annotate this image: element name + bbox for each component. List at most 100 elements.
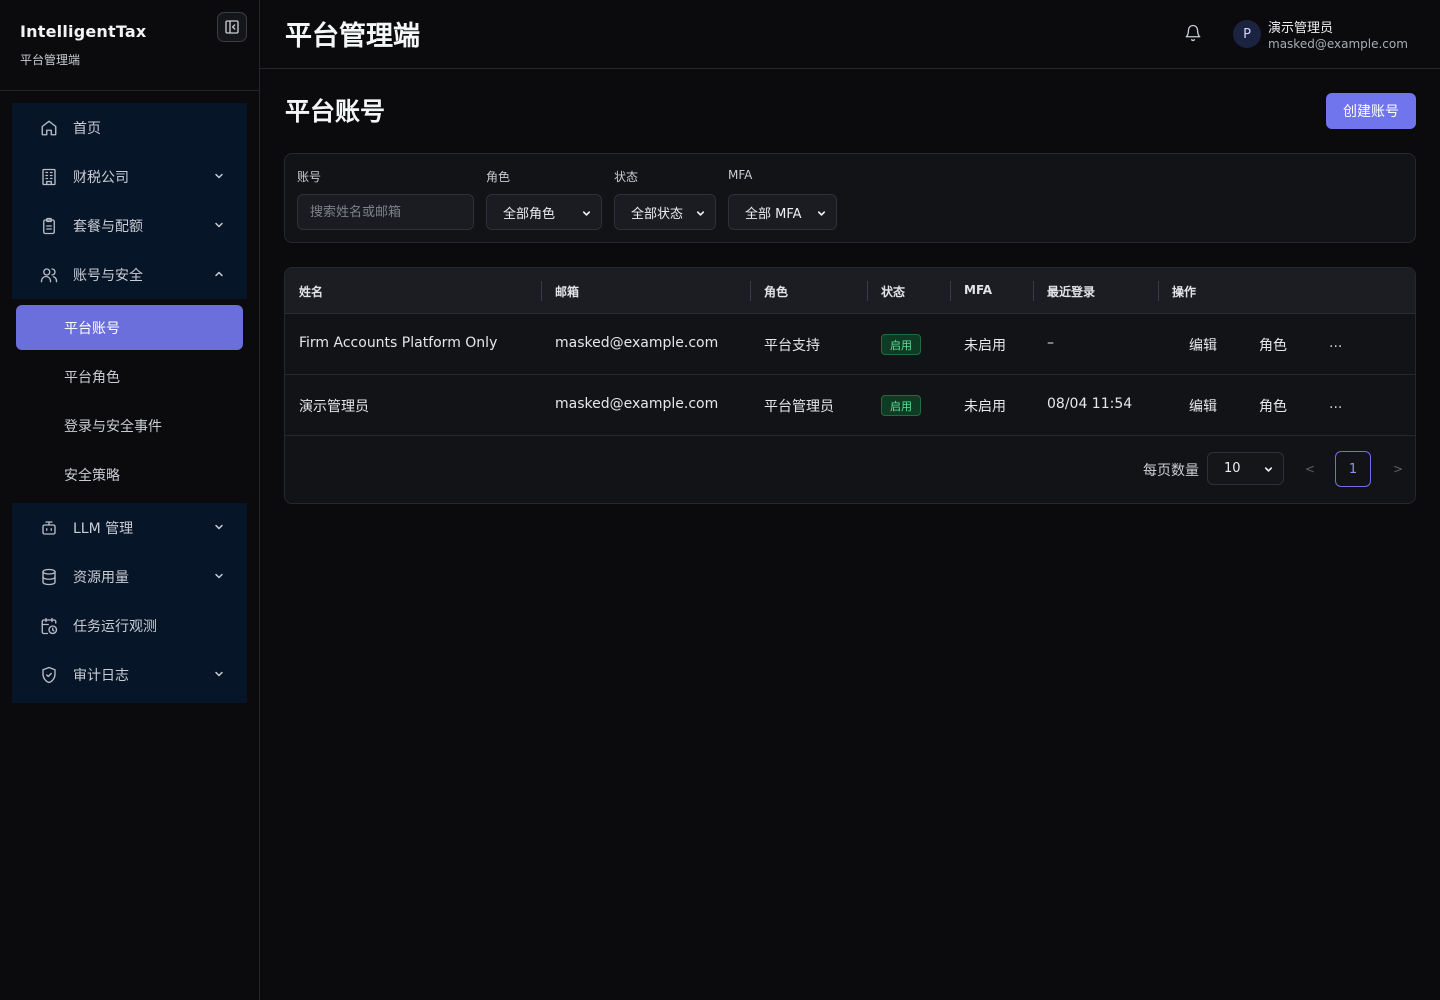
previous-page-button[interactable]: < [1305,462,1315,476]
building-icon [40,168,58,186]
column-divider [750,281,751,301]
sidebar-divider [0,90,259,91]
notification-bell-icon[interactable] [1184,24,1204,44]
sidebar-item-label: 审计日志 [73,667,129,684]
nav-submenu-accounts: 平台账号 平台角色 登录与安全事件 安全策略 [12,303,247,499]
cell-name: Firm Accounts Platform Only [299,335,498,351]
sidebar-item-plans-quotas[interactable]: 套餐与配额 [12,201,247,250]
column-divider [1158,281,1159,301]
sidebar-item-accounts-security[interactable]: 账号与安全 [12,250,247,299]
column-header-status: 状态 [881,285,906,299]
sidebar-item-label: 首页 [73,120,101,137]
chevron-down-icon [696,211,705,216]
per-page-label: 每页数量 [1143,463,1199,479]
nav-group-primary: 首页 财税公司 套餐与配额 账号与安全 [12,103,247,299]
status-badge: 启用 [881,395,921,416]
cell-email: masked@example.com [555,335,719,351]
sidebar-subitem-security-policy[interactable]: 安全策略 [12,450,247,499]
per-page-select[interactable]: 10 [1207,452,1284,485]
clipboard-icon [40,217,58,235]
chevron-down-icon [215,524,223,530]
bot-icon [40,519,58,537]
user-name: 演示管理员 [1268,21,1334,36]
status-select-value: 全部状态 [631,206,684,222]
column-divider [1033,281,1034,301]
cell-mfa: 未启用 [964,399,1006,415]
sidebar-item-label: 套餐与配额 [73,218,143,235]
status-filter-label: 状态 [614,170,639,184]
cell-role: 平台支持 [764,338,820,354]
role-button[interactable]: 角色 [1259,335,1287,355]
panel-left-close-icon [225,20,239,34]
mfa-select-value: 全部 MFA [745,206,802,222]
more-actions-button[interactable]: ... [1329,396,1342,412]
sidebar-item-label: LLM 管理 [73,520,134,537]
sidebar-item-label: 账号与安全 [73,267,143,284]
cell-role: 平台管理员 [764,399,834,415]
brand-subtitle: 平台管理端 [20,53,81,67]
sidebar: IntelligentTax 平台管理端 首页 财税公司 套餐与配额 账号与安全… [0,0,260,1000]
status-select[interactable]: 全部状态 [614,194,716,230]
cell-mfa: 未启用 [964,338,1006,354]
edit-button[interactable]: 编辑 [1189,396,1217,416]
mfa-filter-label: MFA [728,168,753,182]
app-title: 平台管理端 [285,21,420,52]
table-row: 演示管理员 masked@example.com 平台管理员 启用 未启用 08… [285,375,1415,436]
more-actions-button[interactable]: ... [1329,335,1342,351]
sidebar-item-label: 任务运行观测 [73,618,157,635]
role-select[interactable]: 全部角色 [486,194,602,230]
brand-name: IntelligentTax [20,22,147,41]
chevron-down-icon [215,671,223,677]
brand: IntelligentTax 平台管理端 [20,22,146,68]
status-badge: 启用 [881,334,921,355]
column-header-name: 姓名 [299,285,324,299]
edit-button[interactable]: 编辑 [1189,335,1217,355]
sidebar-item-llm[interactable]: LLM 管理 [12,503,247,552]
column-header-role: 角色 [764,285,789,299]
nav-group-secondary: LLM 管理 资源用量 任务运行观测 审计日志 [12,503,247,703]
account-search-input[interactable] [297,194,474,230]
sidebar-item-task-observation[interactable]: 任务运行观测 [12,601,247,650]
sidebar-item-audit-log[interactable]: 审计日志 [12,650,247,699]
column-header-mfa: MFA [964,283,993,297]
sidebar-item-tax-firms[interactable]: 财税公司 [12,152,247,201]
sidebar-subitem-login-security-events[interactable]: 登录与安全事件 [12,401,247,450]
chevron-down-icon [215,222,223,228]
column-header-email: 邮箱 [555,285,580,299]
top-bar: 平台管理端 P 演示管理员 masked@example.com [260,0,1440,69]
page-button-1[interactable]: 1 [1335,451,1371,487]
create-account-button[interactable]: 创建账号 [1326,93,1416,129]
cell-last-login: 08/04 11:54 [1047,396,1133,412]
chevron-down-icon [215,173,223,179]
sidebar-subitem-platform-roles[interactable]: 平台角色 [12,352,247,401]
sidebar-subitem-platform-accounts[interactable]: 平台账号 [16,305,243,350]
home-icon [40,119,58,137]
table-row: Firm Accounts Platform Only masked@examp… [285,314,1415,375]
column-divider [541,281,542,301]
column-divider [950,281,951,301]
column-header-last-login: 最近登录 [1047,285,1096,299]
next-page-button[interactable]: > [1393,462,1403,476]
sidebar-item-home[interactable]: 首页 [12,103,247,152]
filter-card: 账号 角色 全部角色 状态 全部状态 MFA 全部 MFA [284,153,1416,243]
accounts-table: 姓名 邮箱 角色 状态 MFA 最近登录 操作 Firm Accounts Pl… [284,267,1416,504]
collapse-sidebar-button[interactable] [217,12,247,42]
role-filter-label: 角色 [486,170,511,184]
shield-check-icon [40,666,58,684]
role-select-value: 全部角色 [503,206,556,222]
chevron-down-icon [817,211,826,216]
column-divider [867,281,868,301]
chevron-down-icon [1264,467,1273,472]
calendar-clock-icon [40,617,58,635]
role-button[interactable]: 角色 [1259,396,1287,416]
mfa-select[interactable]: 全部 MFA [728,194,837,230]
user-email: masked@example.com [1268,37,1408,51]
sidebar-item-resource-usage[interactable]: 资源用量 [12,552,247,601]
chevron-down-icon [582,211,591,216]
sidebar-item-label: 财税公司 [73,169,129,186]
account-filter-label: 账号 [297,170,322,184]
users-icon [40,266,58,284]
table-header: 姓名 邮箱 角色 状态 MFA 最近登录 操作 [285,268,1415,314]
cell-email: masked@example.com [555,396,719,412]
avatar[interactable]: P [1233,20,1261,48]
